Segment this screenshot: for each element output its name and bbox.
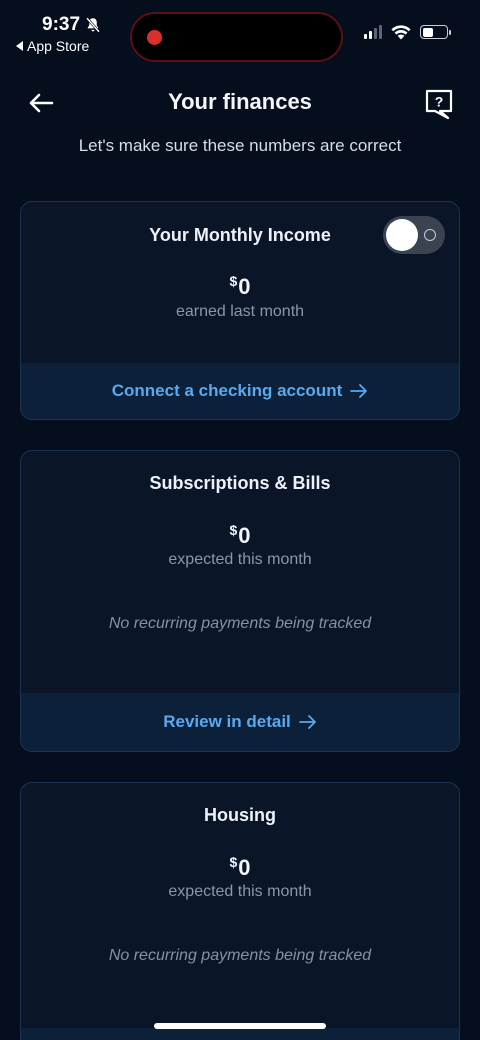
status-time: 9:37 bbox=[42, 14, 81, 35]
recording-indicator-icon bbox=[147, 30, 162, 45]
help-chat-icon: ? bbox=[425, 89, 453, 120]
housing-empty-note: No recurring payments being tracked bbox=[108, 947, 372, 964]
back-to-app-store[interactable]: App Store bbox=[16, 38, 89, 54]
housing-card-title: Housing bbox=[204, 805, 276, 825]
page-title: Your finances bbox=[168, 89, 312, 114]
wifi-icon bbox=[391, 25, 411, 40]
dynamic-island bbox=[130, 12, 343, 62]
review-in-detail-link[interactable]: Review in detail bbox=[21, 693, 459, 751]
finances-screen: 9:37 App Store Your finances ? Let's mak… bbox=[0, 0, 480, 1040]
help-button[interactable]: ? bbox=[424, 88, 454, 120]
connect-checking-link[interactable]: Connect a checking account bbox=[21, 363, 459, 419]
housing-amount-label: expected this month bbox=[168, 883, 312, 900]
subscriptions-card-title: Subscriptions & Bills bbox=[149, 473, 331, 493]
arrow-right-icon bbox=[350, 384, 368, 398]
svg-text:?: ? bbox=[435, 94, 444, 110]
housing-card-footer[interactable] bbox=[21, 1028, 459, 1040]
income-card: Your Monthly Income $0 earned last month… bbox=[20, 201, 460, 420]
subscriptions-card: Subscriptions & Bills $0 expected this m… bbox=[20, 450, 460, 752]
toggle-off-icon bbox=[424, 229, 436, 241]
arrow-right-icon bbox=[298, 715, 316, 729]
housing-card: Housing $0 expected this month No recurr… bbox=[20, 782, 460, 1040]
status-time-group: 9:37 bbox=[42, 14, 102, 36]
income-amount-label: earned last month bbox=[175, 303, 305, 320]
home-indicator[interactable] bbox=[154, 1023, 326, 1029]
subscriptions-amount-label: expected this month bbox=[168, 551, 312, 568]
income-toggle[interactable] bbox=[383, 216, 445, 254]
signal-icon bbox=[364, 25, 382, 39]
bell-slash-icon bbox=[86, 17, 101, 33]
back-app-label: App Store bbox=[27, 38, 90, 54]
back-triangle-icon bbox=[16, 41, 23, 51]
subscriptions-amount: $0 bbox=[229, 522, 251, 548]
income-amount: $0 bbox=[229, 273, 251, 299]
toggle-knob bbox=[386, 219, 418, 251]
battery-icon bbox=[420, 25, 451, 39]
housing-amount: $0 bbox=[229, 854, 251, 880]
status-icons bbox=[364, 24, 451, 40]
page-subtitle: Let's make sure these numbers are correc… bbox=[78, 136, 402, 155]
subscriptions-empty-note: No recurring payments being tracked bbox=[108, 615, 372, 632]
status-bar: 9:37 App Store bbox=[0, 0, 480, 64]
